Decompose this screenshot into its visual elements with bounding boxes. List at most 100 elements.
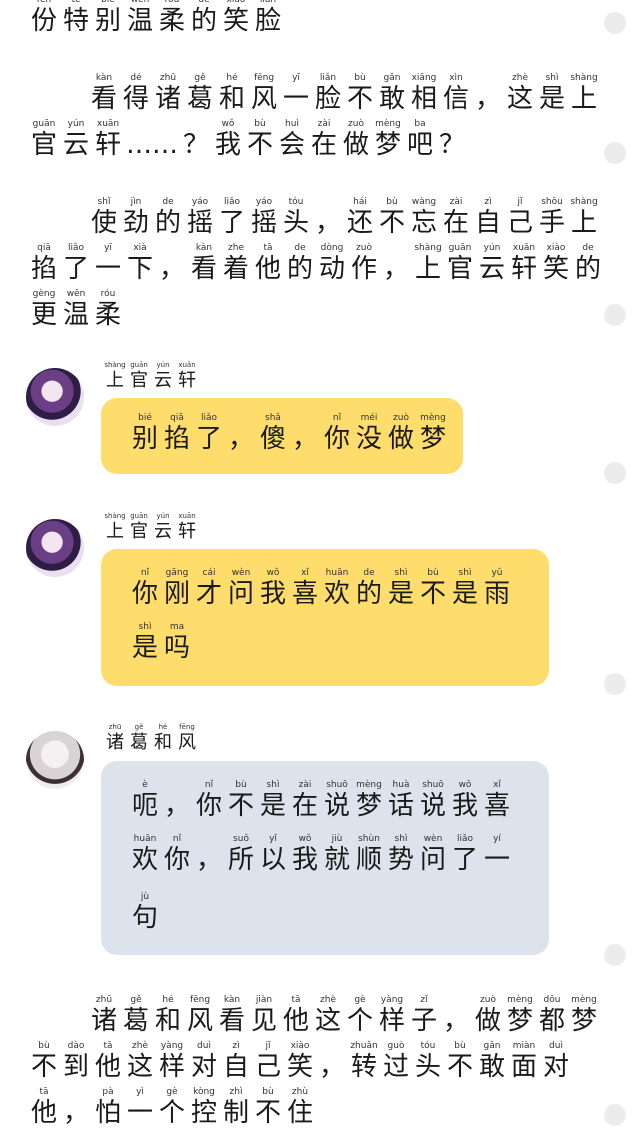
ruby-char: bù 不 — [378, 196, 406, 238]
hanzi: 份 — [30, 6, 57, 36]
hanzi: 头 — [414, 1052, 441, 1082]
hanzi: 云 — [154, 521, 172, 542]
hanzi: 敢 — [478, 1052, 505, 1082]
ruby-char: shuō 说 — [323, 779, 351, 821]
avatar[interactable] — [26, 731, 84, 789]
hanzi: 所 — [227, 845, 254, 875]
pinyin: gāng — [165, 568, 189, 578]
pinyin: liǎo — [223, 197, 241, 207]
ruby-char: méi 没 — [355, 412, 383, 454]
pinyin: cái — [202, 568, 216, 578]
comment-dot[interactable] — [604, 304, 626, 326]
hanzi: ， — [382, 254, 409, 284]
pinyin: yí — [493, 834, 501, 844]
ruby-char: wǒ 我 — [214, 118, 242, 160]
ruby-char: shǎ 傻 — [259, 412, 287, 454]
ruby-char: yàng 样 — [158, 1040, 186, 1082]
pinyin: zhè — [512, 73, 528, 83]
hanzi: 是 — [259, 791, 286, 821]
pinyin: gǎn — [383, 73, 401, 83]
ruby-char: xiāng 相 — [410, 72, 438, 114]
ruby-char: xuān 轩 — [510, 242, 538, 284]
ruby-char: zhe 着 — [222, 242, 250, 284]
message-bubble: è 呃， nǐ 你 bù 不 shì 是 zài 在 shuō 说 mèng 梦 huà 话 shuō 说 wǒ 我 x… — [101, 761, 549, 955]
pinyin: mèng — [375, 119, 401, 129]
ruby-char: wēn 温 — [62, 288, 90, 330]
ruby-char: shàng 上 — [104, 360, 126, 392]
ruby-char: hé 和 — [152, 722, 174, 754]
avatar[interactable] — [26, 519, 84, 577]
comment-dot[interactable] — [604, 673, 626, 695]
ruby-char: wǒ 我 — [451, 779, 479, 821]
hanzi: 温 — [62, 300, 89, 330]
avatar[interactable] — [26, 368, 84, 426]
ruby-char: wǒ 我 — [259, 567, 287, 609]
comment-dot[interactable] — [604, 1104, 626, 1126]
hanzi: 使 — [90, 208, 117, 238]
hanzi: ， — [158, 254, 185, 284]
pinyin: bié — [138, 413, 152, 423]
hanzi: 句 — [131, 903, 158, 933]
hanzi: ， — [318, 1052, 345, 1082]
pinyin: shuō — [422, 780, 444, 790]
ruby-char: liǎo 了 — [62, 242, 90, 284]
hanzi: 说 — [323, 791, 350, 821]
ruby-char: zuò 作 — [350, 242, 378, 284]
comment-dot[interactable] — [604, 12, 626, 34]
ruby-char: bié 别 — [131, 412, 159, 454]
hanzi: 在 — [291, 791, 318, 821]
hanzi: 着 — [222, 254, 249, 284]
pinyin: zhè — [132, 1041, 148, 1051]
pinyin: hé — [162, 995, 174, 1005]
pinyin: ba — [414, 119, 426, 129]
comment-dot[interactable] — [604, 462, 626, 484]
ruby-char: bù 不 — [246, 118, 274, 160]
ruby-char: bù 不 — [446, 1040, 474, 1082]
hanzi: 欢 — [323, 579, 350, 609]
comment-dot[interactable] — [604, 944, 626, 966]
pinyin: liǎo — [67, 243, 85, 253]
hanzi: 看 — [90, 84, 117, 114]
hanzi: ， — [62, 1098, 89, 1128]
hanzi: 你 — [131, 579, 158, 609]
hanzi: 我 — [451, 791, 478, 821]
hanzi: 傻 — [259, 424, 286, 454]
pinyin: xǐ — [301, 568, 309, 578]
pinyin: gè — [166, 1087, 178, 1097]
pinyin: yǔ — [491, 568, 503, 578]
hanzi: ， — [314, 208, 341, 238]
hanzi: 笑 — [222, 6, 249, 36]
pinyin: zài — [298, 780, 312, 790]
ruby-char: ？ — [182, 118, 210, 160]
ruby-char: qiā 掐 — [163, 412, 191, 454]
hanzi: 对 — [542, 1052, 569, 1082]
hanzi: 特 — [62, 6, 89, 36]
ruby-char: tóu 头 — [414, 1040, 442, 1082]
pinyin: xuān — [178, 512, 196, 520]
pinyin: tā — [291, 995, 301, 1005]
ruby-char: cái 才 — [195, 567, 223, 609]
pinyin: guān — [448, 243, 472, 253]
pinyin: yún — [67, 119, 85, 129]
pinyin: wēn — [66, 289, 86, 299]
hanzi: 别 — [131, 424, 158, 454]
ruby-char: dōu 都 — [538, 994, 566, 1036]
text-line: gèng 更 wēn 温 róu 柔 — [30, 288, 126, 330]
ruby-char: shǒu 手 — [538, 196, 566, 238]
ruby-char: bié 别 — [94, 0, 122, 36]
ruby-char: gè 个 — [158, 1086, 186, 1128]
hanzi: 是 — [387, 579, 414, 609]
ruby-char: shì 是 — [538, 72, 566, 114]
pinyin: nǐ — [332, 413, 342, 423]
speaker-name: shàng 上 guān 官 yún 云 xuān 轩 — [104, 360, 200, 392]
pinyin: wǒ — [458, 780, 472, 790]
ruby-char: kàn 看 — [218, 994, 246, 1036]
hanzi: 得 — [122, 84, 149, 114]
hanzi: 你 — [195, 791, 222, 821]
hanzi: 制 — [222, 1098, 249, 1128]
pinyin: liǎn — [319, 73, 337, 83]
comment-dot[interactable] — [604, 142, 626, 164]
ruby-char: de 的 — [355, 567, 383, 609]
hanzi: 他 — [30, 1098, 57, 1128]
ruby-char: xuān 轩 — [94, 118, 122, 160]
